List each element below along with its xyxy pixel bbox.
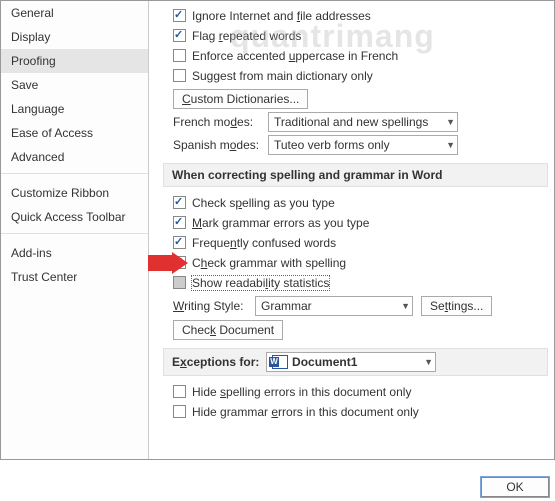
- checkbox-frequently-confused[interactable]: [173, 236, 186, 249]
- sidebar-item-proofing[interactable]: Proofing: [1, 49, 148, 73]
- custom-dictionaries-button[interactable]: Custom Dictionaries...: [173, 89, 308, 109]
- spanish-modes-value: Tuteo verb forms only: [274, 138, 390, 152]
- chevron-down-icon: ▼: [446, 117, 455, 127]
- checkbox-check-spelling[interactable]: [173, 196, 186, 209]
- label-suggest-main: Suggest from main dictionary only: [192, 69, 373, 83]
- french-modes-label: French modes:: [173, 115, 268, 129]
- sidebar-item-advanced[interactable]: Advanced: [1, 145, 148, 169]
- sidebar-item-general[interactable]: General: [1, 1, 148, 25]
- section-header-exceptions: Exceptions for: Document1 ▼: [163, 348, 548, 376]
- checkbox-suggest-main[interactable]: [173, 69, 186, 82]
- proofing-panel: Ignore Internet and file addresses Flag …: [149, 1, 554, 459]
- writing-style-value: Grammar: [261, 299, 312, 313]
- exceptions-document-value: Document1: [292, 355, 357, 369]
- settings-button[interactable]: Settings...: [421, 296, 492, 316]
- writing-style-dropdown[interactable]: Grammar ▼: [255, 296, 413, 316]
- sidebar-item-save[interactable]: Save: [1, 73, 148, 97]
- label-frequently-confused: Frequently confused words: [192, 236, 336, 250]
- checkbox-flag-repeated[interactable]: [173, 29, 186, 42]
- checkbox-hide-grammar-errors[interactable]: [173, 405, 186, 418]
- label-mark-grammar: Mark grammar errors as you type: [192, 216, 369, 230]
- checkbox-ignore-internet[interactable]: [173, 9, 186, 22]
- exceptions-label: Exceptions for:: [172, 355, 266, 369]
- french-modes-dropdown[interactable]: Traditional and new spellings ▼: [268, 112, 458, 132]
- french-modes-value: Traditional and new spellings: [274, 115, 428, 129]
- label-enforce-accented: Enforce accented uppercase in French: [192, 49, 398, 63]
- chevron-down-icon: ▼: [401, 301, 410, 311]
- section-header-spelling-grammar: When correcting spelling and grammar in …: [163, 163, 548, 187]
- spanish-modes-label: Spanish modes:: [173, 138, 268, 152]
- label-check-spelling: Check spelling as you type: [192, 196, 335, 210]
- sidebar-item-customize-ribbon[interactable]: Customize Ribbon: [1, 181, 148, 205]
- checkbox-mark-grammar[interactable]: [173, 216, 186, 229]
- label-grammar-spelling: Check grammar with spelling: [192, 256, 346, 270]
- sidebar-item-trust-center[interactable]: Trust Center: [1, 265, 148, 289]
- checkbox-grammar-spelling[interactable]: [173, 256, 186, 269]
- ok-button[interactable]: OK: [481, 477, 549, 497]
- word-document-icon: [272, 355, 288, 369]
- checkbox-enforce-accented[interactable]: [173, 49, 186, 62]
- label-ignore-internet: Ignore Internet and file addresses: [192, 9, 371, 23]
- chevron-down-icon: ▼: [446, 140, 455, 150]
- check-document-button[interactable]: Check Document: [173, 320, 283, 340]
- sidebar-item-language[interactable]: Language: [1, 97, 148, 121]
- label-flag-repeated: Flag repeated words: [192, 29, 301, 43]
- label-readability: Show readability statistics: [192, 276, 329, 290]
- label-hide-spelling-errors: Hide spelling errors in this document on…: [192, 385, 411, 399]
- sidebar-item-display[interactable]: Display: [1, 25, 148, 49]
- spanish-modes-dropdown[interactable]: Tuteo verb forms only ▼: [268, 135, 458, 155]
- checkbox-hide-spelling-errors[interactable]: [173, 385, 186, 398]
- label-hide-grammar-errors: Hide grammar errors in this document onl…: [192, 405, 419, 419]
- dialog-footer: OK: [471, 477, 549, 497]
- sidebar-item-add-ins[interactable]: Add-ins: [1, 241, 148, 265]
- options-sidebar: General Display Proofing Save Language E…: [1, 1, 149, 459]
- sidebar-item-ease-of-access[interactable]: Ease of Access: [1, 121, 148, 145]
- exceptions-document-dropdown[interactable]: Document1 ▼: [266, 352, 436, 372]
- checkbox-readability[interactable]: [173, 276, 186, 289]
- sidebar-item-quick-access-toolbar[interactable]: Quick Access Toolbar: [1, 205, 148, 229]
- writing-style-label: Writing Style:: [173, 299, 255, 313]
- chevron-down-icon: ▼: [424, 357, 433, 367]
